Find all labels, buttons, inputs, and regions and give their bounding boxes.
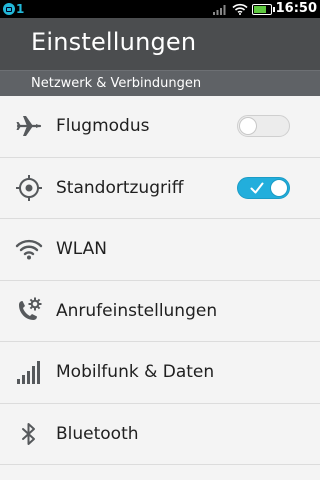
notification-icon xyxy=(3,3,15,15)
settings-item-wlan[interactable]: WLAN xyxy=(0,219,320,281)
settings-item-label: Anrufeinstellungen xyxy=(56,300,218,321)
notification-indicator[interactable]: 1 xyxy=(3,2,24,16)
settings-item-label: Flugmodus xyxy=(56,116,150,137)
settings-item-bluetooth[interactable]: Bluetooth xyxy=(0,403,320,465)
phone-settings-icon xyxy=(19,297,42,320)
settings-item-flugmodus[interactable]: Flugmodus xyxy=(0,96,320,158)
notification-count: 1 xyxy=(16,2,25,16)
check-icon xyxy=(250,182,264,194)
settings-item-label: Standortzugriff xyxy=(56,177,184,198)
settings-item-label: Bluetooth xyxy=(56,423,139,444)
wifi-icon xyxy=(15,240,43,260)
settings-list: Flugmodus Standortzugriff WLAN Anrufeins… xyxy=(0,96,320,465)
page-title: Einstellungen xyxy=(31,28,197,56)
location-icon xyxy=(16,174,42,201)
settings-item-label: Mobilfunk & Daten xyxy=(56,362,215,383)
settings-item-standortzugriff[interactable]: Standortzugriff xyxy=(0,157,320,219)
toggle-knob xyxy=(270,178,288,197)
status-bar: 1 16:50 xyxy=(0,0,320,18)
settings-item-label: WLAN xyxy=(56,239,108,260)
bluetooth-icon xyxy=(22,422,35,445)
airplane-icon xyxy=(16,116,42,137)
app-header: Einstellungen xyxy=(0,18,320,70)
settings-item-mobilfunk[interactable]: Mobilfunk & Daten xyxy=(0,342,320,404)
flugmodus-toggle[interactable] xyxy=(237,115,290,138)
section-header: Netzwerk & Verbindungen xyxy=(0,70,320,96)
clock: 16:50 xyxy=(275,1,317,16)
wifi-icon xyxy=(232,3,248,15)
settings-item-anrufeinstellungen[interactable]: Anrufeinstellungen xyxy=(0,280,320,342)
cellular-icon xyxy=(17,361,40,385)
battery-icon xyxy=(251,3,275,15)
section-label: Netzwerk & Verbindungen xyxy=(31,76,202,91)
toggle-knob xyxy=(239,117,257,136)
standortzugriff-toggle[interactable] xyxy=(237,176,290,199)
signal-icon xyxy=(212,5,226,15)
